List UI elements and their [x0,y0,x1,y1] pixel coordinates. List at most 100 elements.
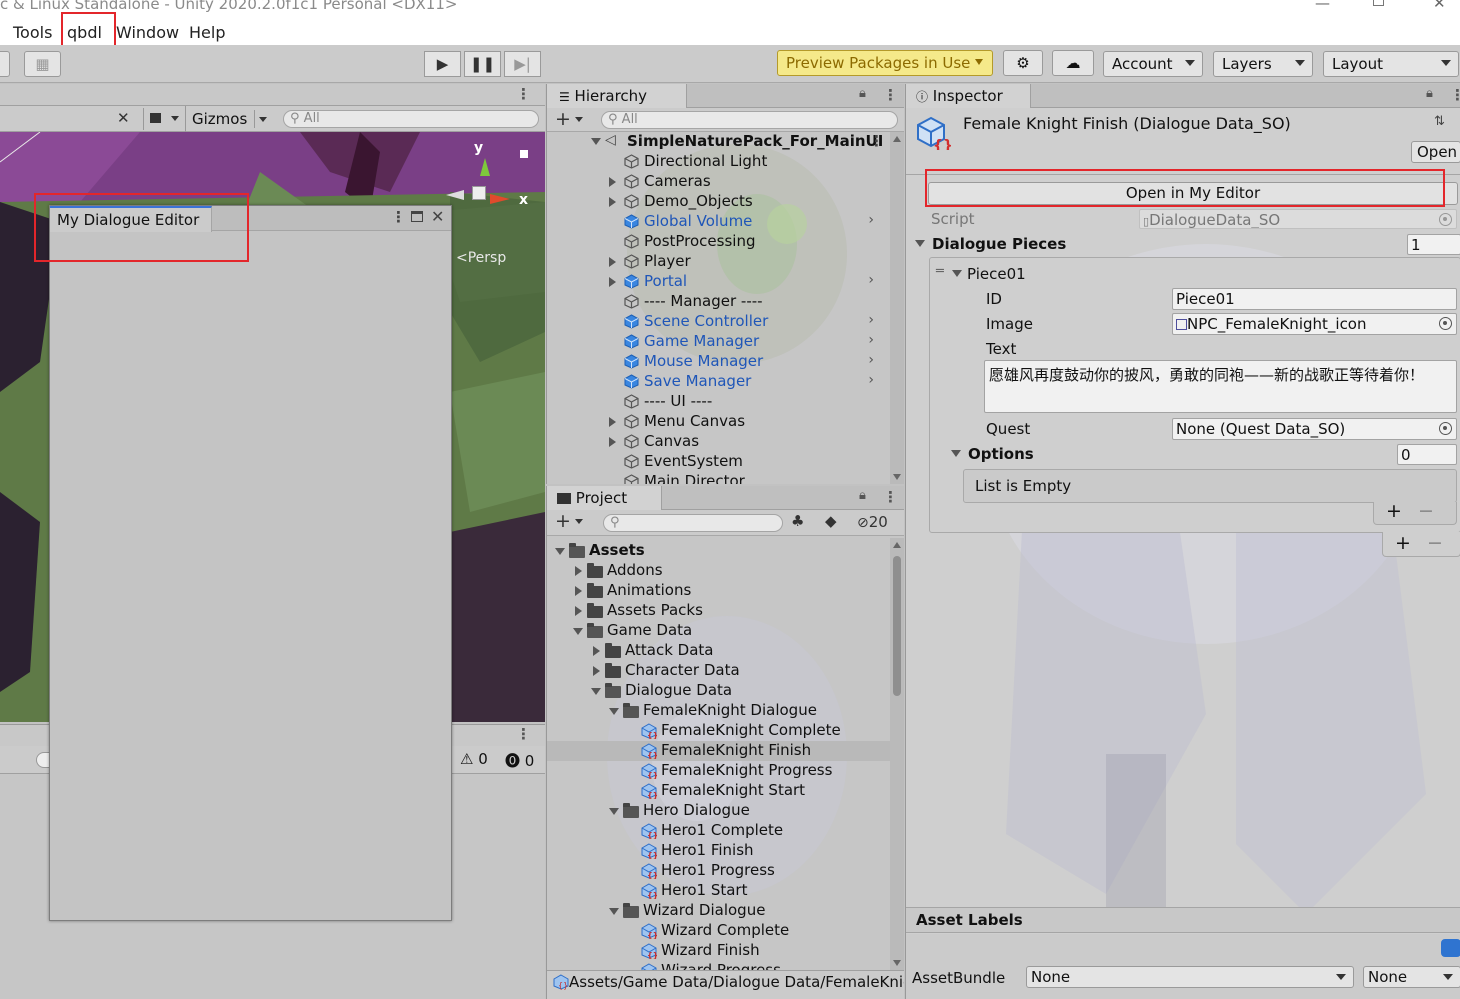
collapse-arrow-icon[interactable] [609,808,619,815]
expand-arrow-icon[interactable] [593,646,600,656]
create-dropdown-icon[interactable] [575,519,583,524]
project-folder-row[interactable]: Attack Data [547,641,892,661]
gizmo-lock-icon[interactable] [520,150,528,158]
collapse-arrow-icon[interactable] [591,688,601,695]
gizmo-neg-x[interactable] [446,190,464,200]
create-button[interactable]: + [555,510,571,532]
expand-arrow-icon[interactable] [593,666,600,676]
drag-handle-icon[interactable]: ═ [936,264,944,279]
hierarchy-item[interactable]: EventSystem [547,452,892,472]
menu-help[interactable]: Help [189,23,225,42]
expand-arrow-icon[interactable] [609,277,616,287]
hierarchy-item[interactable]: ---- Manager ---- [547,292,892,312]
collapse-arrow-icon[interactable] [555,548,565,555]
hierarchy-item[interactable]: Scene Controller › [547,312,892,332]
create-dropdown-icon[interactable] [575,117,583,122]
dialogue-editor-menu-icon[interactable]: ⋮ [391,208,406,226]
chevron-right-icon[interactable]: › [868,372,874,388]
open-in-my-editor-button[interactable]: Open in My Editor [928,182,1458,205]
menu-tools[interactable]: Tools [13,23,52,42]
project-folder-row[interactable]: Game Data [547,621,892,641]
minimize-icon[interactable]: — [1315,0,1330,12]
project-folder-row[interactable]: Dialogue Data [547,681,892,701]
account-dropdown[interactable]: Account [1103,51,1203,77]
pieces-add-button[interactable]: + [1395,532,1411,554]
project-folder-row[interactable]: Hero Dialogue [547,801,892,821]
lock-icon[interactable]: 🔒︎ [859,488,866,503]
project-asset-row[interactable]: {} FemaleKnight Finish [547,741,892,761]
lock-icon[interactable]: 🔒︎ [1426,86,1433,101]
console-search-input[interactable] [36,752,50,768]
expand-arrow-icon[interactable] [575,606,582,616]
maximize-window-icon[interactable] [411,211,423,222]
tools-icon[interactable]: ✕ [117,109,130,127]
tool-button-partial[interactable] [0,51,10,77]
project-folder-row[interactable]: FemaleKnight Dialogue [547,701,892,721]
image-field[interactable]: NPC_FemaleKnight_icon [1172,313,1457,335]
lock-icon[interactable]: 🔒︎ [859,86,866,101]
hierarchy-item[interactable]: PostProcessing [547,232,892,252]
camera-dropdown[interactable] [143,108,183,130]
hierarchy-search-input[interactable]: ⚲ All [601,111,898,129]
expand-arrow-icon[interactable] [575,566,582,576]
pieces-remove-button[interactable]: − [1427,532,1443,554]
hierarchy-item[interactable]: Cameras [547,172,892,192]
options-remove-button[interactable]: − [1418,500,1434,522]
project-asset-row[interactable]: {} Hero1 Finish [547,841,892,861]
project-folder-row[interactable]: Character Data [547,661,892,681]
project-asset-row[interactable]: {} FemaleKnight Start [547,781,892,801]
project-scroll-thumb[interactable] [893,556,901,696]
inspector-menu-icon[interactable]: ⋮ [1450,86,1460,104]
dialogue-pieces-size[interactable]: 1 [1407,234,1460,255]
hierarchy-item[interactable]: Game Manager › [547,332,892,352]
pause-button[interactable]: ❚❚ [464,51,501,77]
grid-snap-button[interactable]: ▦ [24,51,61,77]
chevron-right-icon[interactable]: › [868,272,874,288]
project-folder-row[interactable]: Assets Packs [547,601,892,621]
collab-button[interactable]: ☁ [1052,50,1094,76]
filter-type-icon[interactable]: ♣ [791,512,804,530]
chevron-right-icon[interactable]: › [868,312,874,328]
project-tab[interactable]: Project [547,486,662,510]
hierarchy-item[interactable]: Player [547,252,892,272]
expand-arrow-icon[interactable] [609,257,616,267]
project-asset-row[interactable]: {} Hero1 Start [547,881,892,901]
expand-arrow-icon[interactable] [609,197,616,207]
dialogue-editor-window[interactable]: My Dialogue Editor ⋮ ✕ [49,205,452,921]
text-area[interactable]: 愿雄风再度鼓动你的披风，勇敢的同袍——新的战歌正等待着你！ [984,360,1457,413]
hierarchy-item[interactable]: Save Manager › [547,372,892,392]
hierarchy-item[interactable]: Canvas [547,432,892,452]
project-asset-row[interactable]: {} Hero1 Progress [547,861,892,881]
id-field[interactable]: Piece01 [1172,288,1457,310]
services-button[interactable]: ⚙ [1003,50,1043,76]
options-foldout[interactable]: Options [946,442,1416,466]
persp-label[interactable]: <Persp [456,250,506,266]
project-asset-row[interactable]: {} FemaleKnight Complete [547,721,892,741]
console-warnings[interactable]: ⚠ 0 [460,750,488,768]
collapse-arrow-icon[interactable] [573,628,583,635]
hierarchy-menu-icon[interactable]: ⋮ [883,86,898,104]
create-button[interactable]: + [555,108,571,130]
project-folder-row[interactable]: Assets [547,541,892,561]
gizmo-center[interactable] [472,186,486,200]
scene-search-input[interactable]: ⚲ All [283,110,539,128]
settings-sliders-icon[interactable]: ⇅ [1434,114,1445,129]
dialogue-editor-tab[interactable]: My Dialogue Editor [50,206,212,232]
collapse-arrow-icon[interactable] [609,708,619,715]
close-window-icon[interactable]: ✕ [431,207,444,226]
project-asset-row[interactable]: {} Hero1 Complete [547,821,892,841]
expand-arrow-icon[interactable] [575,586,582,596]
chevron-right-icon[interactable]: › [868,212,874,228]
project-menu-icon[interactable]: ⋮ [883,488,898,506]
project-asset-row[interactable]: {} Wizard Complete [547,921,892,941]
open-button[interactable]: Open [1411,141,1460,163]
console-menu-icon[interactable]: ⋮ [516,725,531,743]
expand-arrow-icon[interactable] [609,417,616,427]
gizmos-dropdown[interactable]: Gizmos [185,106,273,132]
gizmo-y-axis[interactable] [480,158,490,176]
scene-menu-icon[interactable]: ⋮ [869,132,884,150]
menu-window[interactable]: Window [116,23,179,42]
options-add-button[interactable]: + [1386,500,1402,522]
hierarchy-item[interactable]: Menu Canvas [547,412,892,432]
gizmo-x-axis[interactable] [490,194,510,204]
